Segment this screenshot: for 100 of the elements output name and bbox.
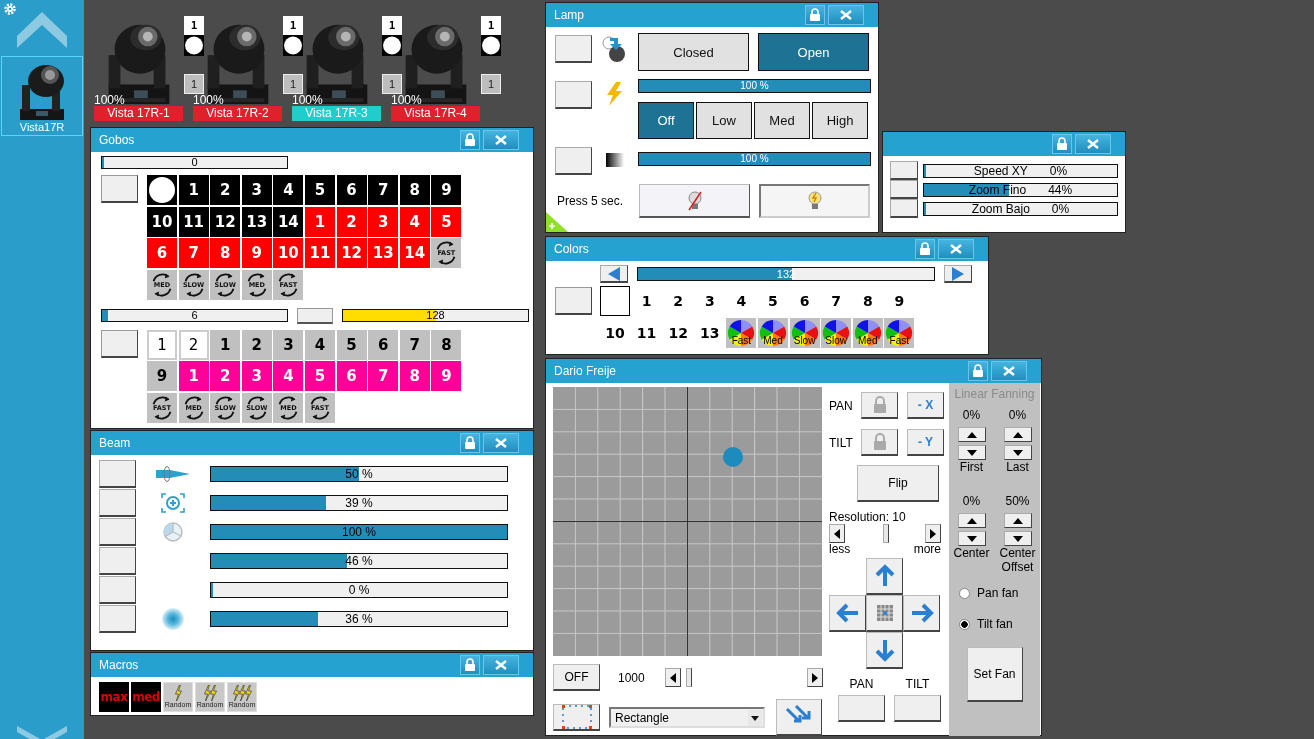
gobo-slot[interactable]: 3 <box>273 329 304 360</box>
apply-button[interactable] <box>776 699 822 736</box>
macro-button[interactable]: med <box>131 682 161 712</box>
lock-button[interactable] <box>460 433 480 453</box>
gobo-slot[interactable]: 8 <box>399 361 430 392</box>
reset-button[interactable] <box>890 180 918 199</box>
gobo-slot[interactable]: 13 <box>368 238 399 269</box>
reset-button[interactable] <box>555 35 592 63</box>
gobo-slot[interactable]: 9 <box>147 361 177 392</box>
invert-button[interactable]: - Y <box>907 429 944 456</box>
close-button[interactable] <box>938 239 974 259</box>
gobo-slot[interactable]: 7 <box>178 238 209 269</box>
next-button[interactable] <box>944 265 972 283</box>
gobo-slot[interactable]: 7 <box>399 329 430 360</box>
gobo-slot[interactable]: 5 <box>304 175 335 205</box>
gobo-slot[interactable]: 1 <box>147 329 177 360</box>
fixture-label[interactable]: Vista 17R-4 <box>391 106 480 121</box>
gobo-slot[interactable]: 10 <box>147 206 177 237</box>
decrease-button[interactable] <box>1003 531 1032 546</box>
gobo-slot[interactable]: 8 <box>210 238 241 269</box>
right-button[interactable] <box>903 595 940 632</box>
gobo-slot[interactable]: 14 <box>273 206 304 237</box>
close-button[interactable] <box>991 361 1027 381</box>
gobo-slot[interactable]: 2 <box>210 175 241 205</box>
gobo-slot[interactable]: 9 <box>431 175 462 205</box>
gobo-slot[interactable]: 2 <box>178 329 209 360</box>
reset-button[interactable] <box>99 459 136 488</box>
power-option[interactable]: Med <box>754 102 810 139</box>
gobo-slot[interactable]: 11 <box>304 238 335 269</box>
gobo-slot[interactable]: 6 <box>336 175 367 205</box>
power-option[interactable]: High <box>812 102 868 139</box>
rotation-slot[interactable]: Fast <box>884 318 915 348</box>
down-button[interactable] <box>866 632 903 669</box>
gobo-slot[interactable]: 1 <box>178 175 209 205</box>
gobo-slot[interactable]: 4 <box>273 361 304 392</box>
gobo-slot[interactable]: 6 <box>147 238 177 269</box>
lamp-on-button[interactable] <box>759 184 870 218</box>
close-button[interactable] <box>1075 134 1111 154</box>
gobo-slot[interactable]: 5 <box>304 361 335 392</box>
level-bar[interactable]: 0 % <box>210 581 508 598</box>
input-field[interactable] <box>838 695 885 722</box>
level-bar[interactable]: Zoom Bajo 0% <box>923 201 1118 216</box>
gobo-slot[interactable]: 5 <box>336 329 367 360</box>
reset-button[interactable] <box>99 517 136 546</box>
up-button[interactable] <box>866 558 903 595</box>
reset-button[interactable] <box>99 604 136 633</box>
power-option[interactable]: Low <box>696 102 752 139</box>
position-dot[interactable] <box>723 446 744 467</box>
lock-button[interactable] <box>460 655 480 675</box>
gobo-slot[interactable]: 3 <box>241 175 272 205</box>
reset-button[interactable] <box>890 161 918 180</box>
gobo-slot[interactable]: 12 <box>210 206 241 237</box>
level-bar[interactable]: Speed XY 0% <box>923 163 1118 178</box>
gobo-slot[interactable]: 6 <box>336 361 367 392</box>
decrease-button[interactable] <box>957 531 986 546</box>
level-bar[interactable]: 100 % <box>638 79 871 93</box>
shutter-option[interactable]: Closed <box>638 33 749 71</box>
gobo-slot[interactable]: 9 <box>241 238 272 269</box>
gobo-slot[interactable]: 2 <box>241 329 272 360</box>
level-bar[interactable]: 100 % <box>638 152 871 166</box>
center-button[interactable] <box>866 595 903 632</box>
open-slot[interactable] <box>147 175 177 205</box>
gobo-slot[interactable]: 11 <box>178 206 209 237</box>
level-bar[interactable]: 0 <box>101 156 288 169</box>
reset-button[interactable] <box>555 287 592 315</box>
reset-button[interactable] <box>555 81 592 109</box>
fixture-label[interactable]: Vista 17R-2 <box>193 106 282 121</box>
gobo-slot[interactable]: 2 <box>210 361 241 392</box>
rotation-slot[interactable]: Med <box>852 318 883 348</box>
gobo-slot[interactable]: 1 <box>210 329 241 360</box>
gobo-slot[interactable]: 13 <box>241 206 272 237</box>
reset-button[interactable] <box>101 329 138 358</box>
rotation-slot[interactable]: Slow <box>789 318 820 348</box>
lock-button[interactable] <box>460 130 480 150</box>
gobo-slot[interactable]: 10 <box>273 238 304 269</box>
lock-button[interactable] <box>915 239 935 259</box>
level-bar[interactable]: 6 <box>101 309 288 323</box>
increase-button[interactable] <box>957 513 986 528</box>
settings-icon[interactable] <box>3 2 17 16</box>
reset-button[interactable] <box>101 175 138 203</box>
increase-button[interactable] <box>957 427 986 442</box>
gobo-slot[interactable]: 2 <box>336 206 367 237</box>
reset-button[interactable] <box>99 575 136 604</box>
gobo-slot[interactable]: 5 <box>431 206 462 237</box>
invert-button[interactable]: - X <box>907 392 944 419</box>
gobo-slot[interactable]: 7 <box>368 361 399 392</box>
power-option[interactable]: Off <box>638 102 694 139</box>
macro-button[interactable]: max <box>99 682 129 712</box>
lock-button[interactable] <box>861 429 898 456</box>
lock-button[interactable] <box>861 392 898 419</box>
increase-button[interactable] <box>1003 427 1032 442</box>
gobo-slot[interactable]: 1 <box>304 206 335 237</box>
gobo-slot[interactable]: 4 <box>273 175 304 205</box>
left-button[interactable] <box>829 595 866 632</box>
previous-button[interactable] <box>600 265 628 283</box>
open-slot[interactable] <box>600 286 630 316</box>
close-button[interactable] <box>828 5 864 25</box>
reset-button[interactable] <box>99 488 136 517</box>
gobo-slot[interactable]: 8 <box>431 329 462 360</box>
decrease-button[interactable] <box>957 445 986 460</box>
